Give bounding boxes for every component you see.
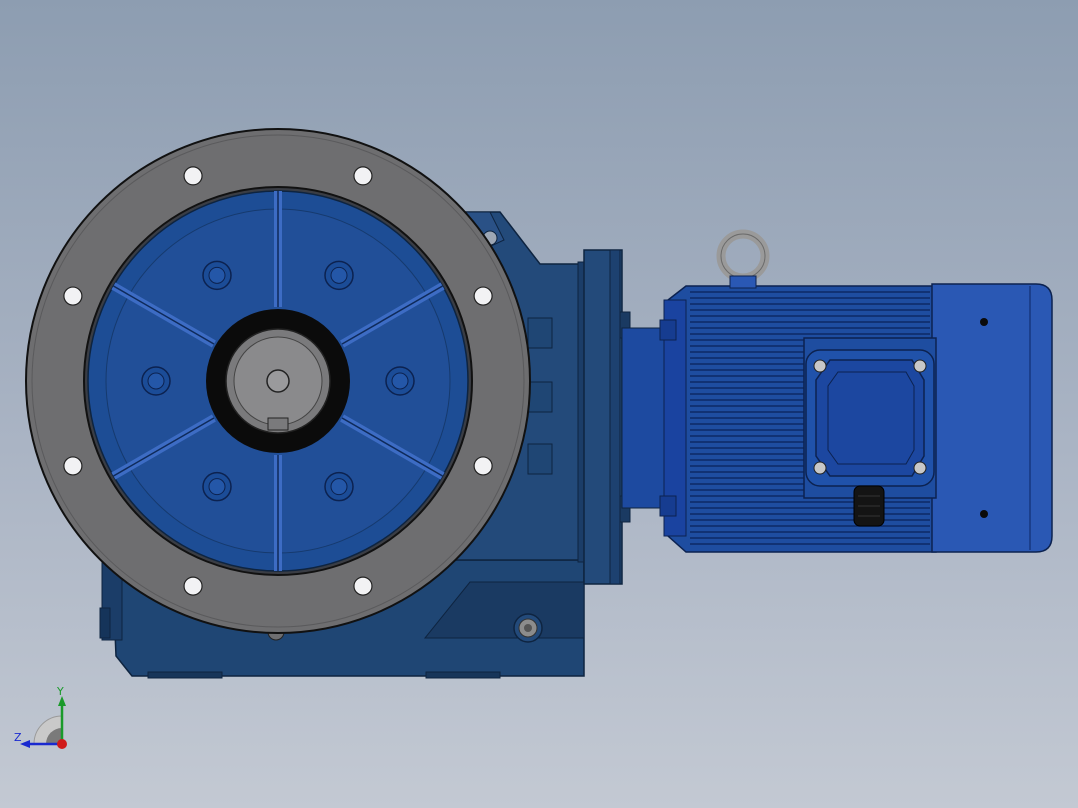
bore-bolt-head <box>330 478 348 496</box>
flange-hole <box>63 456 83 476</box>
flange-hole <box>473 456 493 476</box>
gear-motor-model[interactable] <box>0 0 1078 808</box>
bore-bolt-head <box>208 266 226 284</box>
flange-hole <box>353 166 373 186</box>
x-axis-dot <box>57 739 67 749</box>
flange-hole <box>183 166 203 186</box>
hollow-shaft[interactable] <box>206 309 350 453</box>
bore-bolt-head <box>147 372 165 390</box>
cad-viewport[interactable]: Y Z <box>0 0 1078 808</box>
y-axis-label: Y <box>57 685 64 698</box>
bore-bolt-head <box>330 266 348 284</box>
bore-bolt-head <box>208 478 226 496</box>
motor-fan-cover[interactable] <box>931 283 1053 553</box>
terminal-box[interactable] <box>803 337 937 527</box>
triad-graphic <box>20 696 67 749</box>
flange-hole <box>183 576 203 596</box>
z-axis-label: Z <box>14 731 22 744</box>
flange-hole <box>353 576 373 596</box>
flange-hole <box>473 286 493 306</box>
motor-adapter-flange[interactable] <box>577 249 673 585</box>
bore-bolt-head <box>391 372 409 390</box>
flange-hole <box>63 286 83 306</box>
coordinate-triad: Y Z <box>10 686 80 756</box>
lifting-eye-bolt[interactable] <box>716 229 770 289</box>
